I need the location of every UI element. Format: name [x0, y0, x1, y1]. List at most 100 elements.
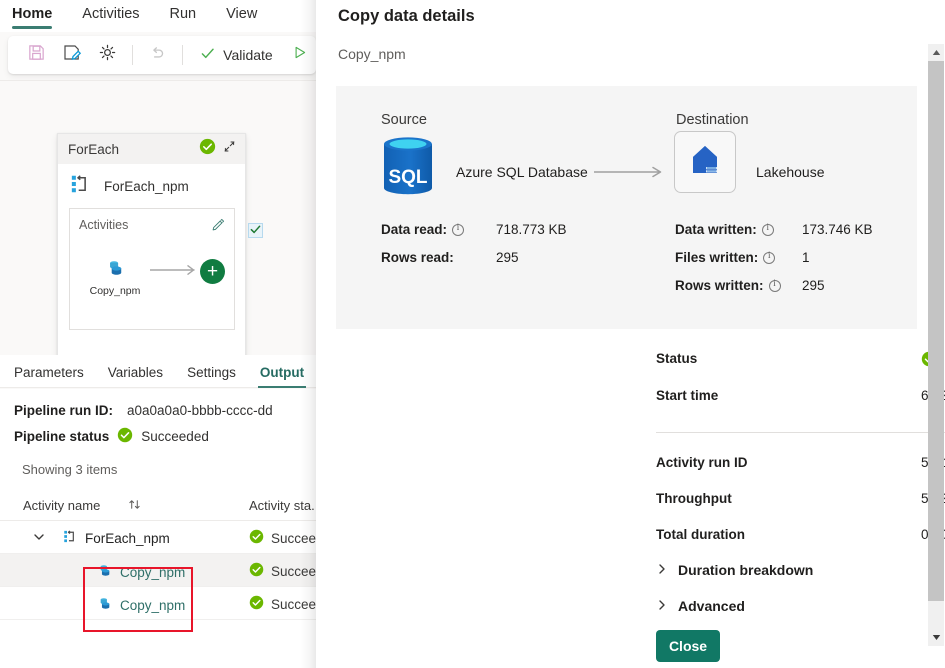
success-check-icon [249, 595, 264, 613]
pipeline-status-value: Succeeded [141, 429, 209, 444]
svg-text:SQL: SQL [388, 167, 427, 188]
expander-label: Advanced [678, 598, 745, 614]
ribbon-tab-bar: Home Activities Run View [0, 0, 316, 32]
foreach-activity-name-row: ForEach_npm [58, 164, 245, 206]
chevron-right-icon [656, 598, 668, 614]
app-root: Home Activities Run View [0, 0, 945, 668]
table-row[interactable]: Copy_npm Succeed [0, 554, 316, 587]
success-check-icon [199, 138, 216, 160]
tab-variables[interactable]: Variables [108, 365, 163, 387]
stat-rows-written: Rows written: [675, 278, 781, 293]
add-activity-button[interactable]: + [200, 259, 225, 284]
expander-advanced[interactable]: Advanced [656, 598, 745, 614]
close-button[interactable]: Close [656, 630, 720, 662]
row-activity-name-link[interactable]: Copy_npm [120, 598, 185, 613]
canvas-checkbox-chip[interactable] [248, 223, 263, 238]
copy-summary-box: Source Destination SQL Azure SQL Databas… [336, 86, 917, 329]
ribbon-tab-home[interactable]: Home [12, 6, 52, 27]
settings-button[interactable] [91, 39, 124, 71]
stat-files-written: Files written: [675, 250, 775, 265]
row-name-cell: ForEach_npm [63, 529, 170, 547]
toolbar-divider-1 [132, 45, 133, 65]
detail-label: Start time [656, 388, 718, 403]
chevron-down-icon[interactable] [33, 531, 45, 546]
expander-duration-breakdown[interactable]: Duration breakdown [656, 562, 813, 578]
panel-scrollbar[interactable] [928, 44, 944, 646]
foreach-inner-activities: Activities [69, 208, 235, 330]
lakehouse-icon [685, 140, 725, 185]
save-button[interactable] [20, 39, 53, 71]
foreach-activity-card[interactable]: ForEach [57, 133, 246, 358]
chevron-right-icon [656, 562, 668, 578]
column-header-activity-name[interactable]: Activity name [23, 498, 100, 513]
copy-activity-node[interactable]: Copy_npm [82, 257, 148, 297]
info-icon[interactable] [763, 252, 775, 264]
details-divider [656, 432, 945, 433]
info-icon[interactable] [452, 224, 464, 236]
save-as-icon [62, 43, 82, 68]
ribbon-toolbar: Validate [8, 36, 316, 74]
destination-label: Destination [676, 112, 749, 128]
destination-connection-name: Lakehouse [756, 164, 825, 180]
row-activity-name-link[interactable]: Copy_npm [120, 565, 185, 580]
foreach-card-title: ForEach [68, 142, 193, 157]
expander-label: Duration breakdown [678, 562, 813, 578]
tab-settings[interactable]: Settings [187, 365, 236, 387]
stat-label: Rows read: [381, 250, 454, 265]
ribbon-tab-run[interactable]: Run [170, 6, 197, 27]
table-row[interactable]: Copy_npm Succeed [0, 587, 316, 620]
table-row[interactable]: ForEach_npm Succeed [0, 521, 316, 554]
inner-activity-flow: Copy_npm + [82, 257, 225, 297]
pipeline-status-row: Pipeline status Succeeded [14, 427, 209, 446]
stat-label: Files written: [675, 250, 758, 265]
output-pane: Pipeline run ID: a0a0a0a0-bbbb-cccc-dd P… [0, 389, 316, 668]
panel-subtitle: Copy_npm [338, 46, 406, 62]
stat-label: Data written: [675, 222, 757, 237]
arrow-right-icon [594, 165, 666, 184]
stat-value-data-read: 718.773 KB [496, 222, 567, 237]
scroll-up-arrow-icon[interactable] [928, 44, 944, 61]
stat-rows-read: Rows read: [381, 250, 454, 265]
stat-value-files-written: 1 [802, 250, 810, 265]
ribbon-tab-activities[interactable]: Activities [82, 6, 139, 27]
copy-data-icon [96, 562, 113, 582]
info-icon[interactable] [762, 224, 774, 236]
save-as-button[interactable] [55, 39, 88, 71]
foreach-card-header: ForEach [58, 134, 245, 164]
collapse-icon[interactable] [222, 139, 237, 159]
detail-label: Activity run ID [656, 455, 748, 470]
validate-button[interactable]: Validate [191, 39, 281, 71]
stat-value-data-written: 173.746 KB [802, 222, 873, 237]
stat-data-read: Data read: [381, 222, 464, 237]
foreach-icon [70, 173, 92, 200]
row-name-cell: Copy_npm [96, 562, 185, 582]
panel-shadow [300, 0, 316, 668]
stat-data-written: Data written: [675, 222, 774, 237]
info-icon[interactable] [769, 280, 781, 292]
pipeline-run-id-value: a0a0a0a0-bbbb-cccc-dd [127, 403, 273, 418]
success-check-icon [117, 427, 133, 446]
pipeline-run-id-label: Pipeline run ID: [14, 403, 113, 418]
detail-label: Total duration [656, 527, 745, 542]
scroll-down-arrow-icon[interactable] [928, 629, 944, 646]
validate-label: Validate [223, 47, 273, 63]
page-title: Copy data details [338, 7, 475, 26]
detail-label: Throughput [656, 491, 732, 506]
undo-button[interactable] [141, 39, 174, 71]
foreach-activity-name: ForEach_npm [104, 179, 189, 194]
pipeline-run-id-row: Pipeline run ID: a0a0a0a0-bbbb-cccc-dd [14, 403, 273, 418]
ribbon-tab-view[interactable]: View [226, 6, 257, 27]
azure-sql-database-icon: SQL [380, 134, 436, 203]
foreach-icon [63, 529, 78, 547]
source-connection-name: Azure SQL Database [456, 164, 588, 180]
success-check-icon [249, 529, 264, 547]
pencil-icon[interactable] [211, 217, 226, 237]
detail-label: Status [656, 351, 697, 366]
activity-grid-header: Activity name Activity sta. [0, 494, 316, 521]
tab-output[interactable]: Output [260, 365, 304, 387]
sort-arrows-icon[interactable] [128, 498, 141, 514]
tab-parameters[interactable]: Parameters [14, 365, 84, 387]
row-name-cell: Copy_npm [96, 595, 185, 615]
scrollbar-thumb[interactable] [928, 61, 944, 601]
pipeline-canvas: ForEach [0, 81, 316, 353]
